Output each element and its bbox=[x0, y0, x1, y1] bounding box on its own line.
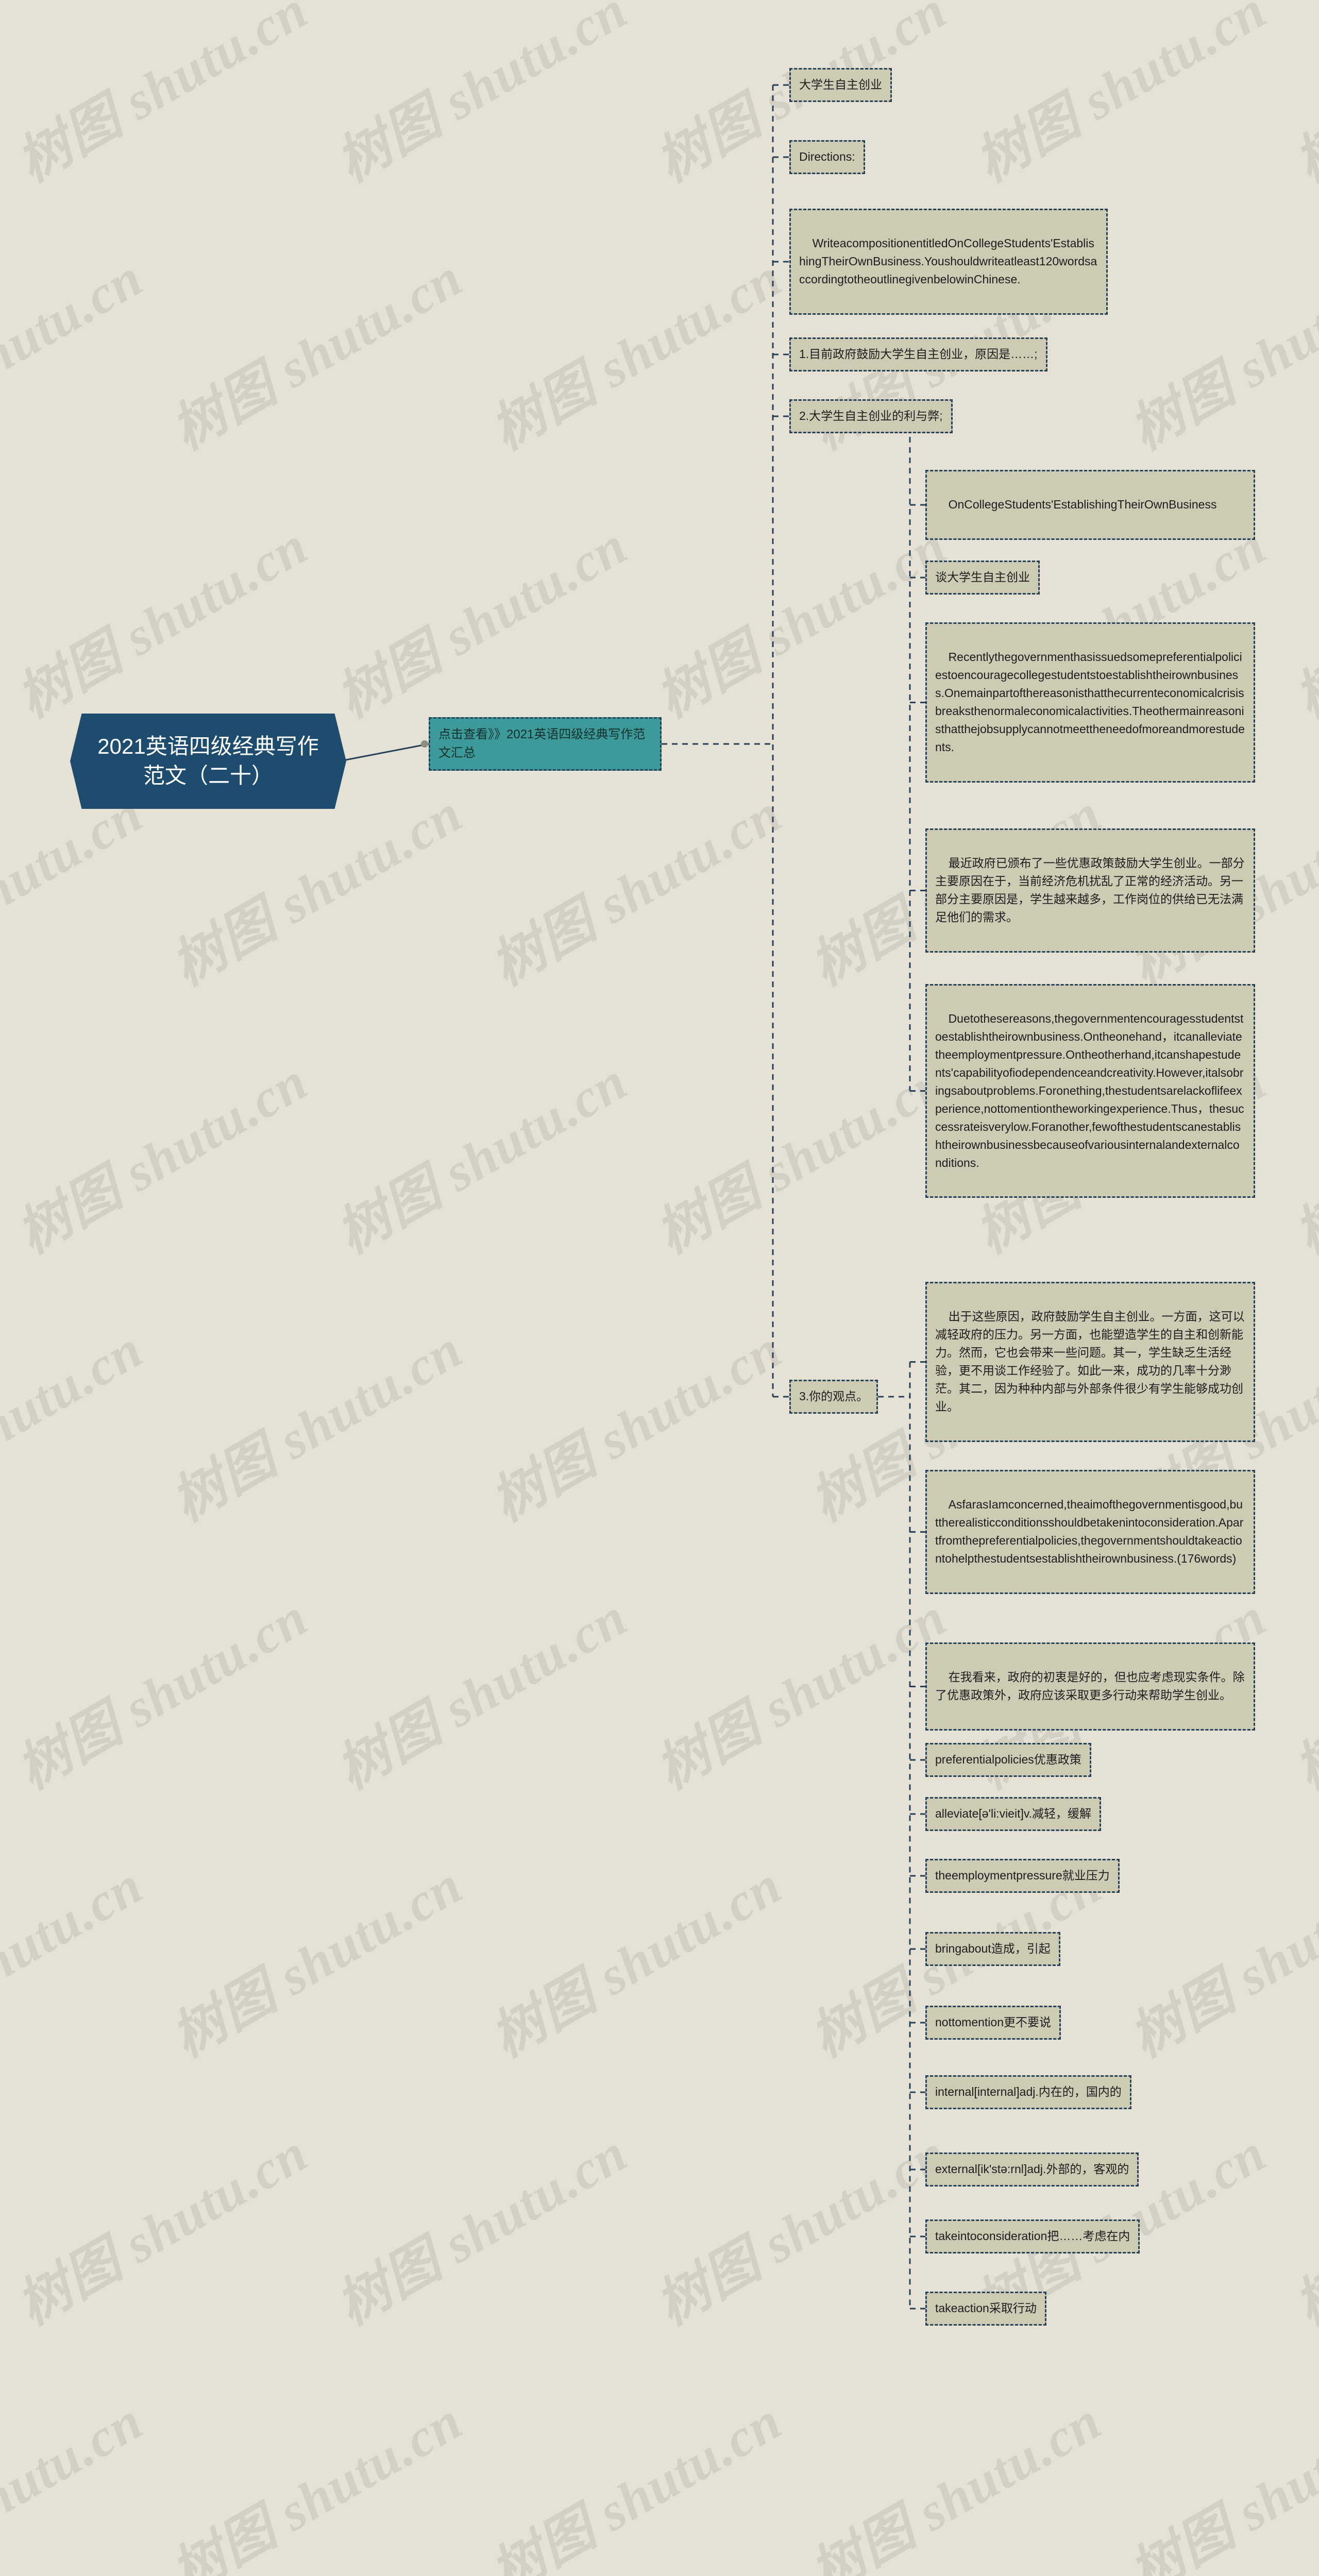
detail-node-para1-en[interactable]: Recentlythegovernmenthasissuedsomeprefer… bbox=[925, 622, 1255, 783]
detail-node-para2-en[interactable]: Duetothesereasons,thegovernmentencourage… bbox=[925, 984, 1255, 1198]
vocab-node-not-to-mention-label: nottomention更不要说 bbox=[935, 2015, 1051, 2029]
outline-node-topic[interactable]: 大学生自主创业 bbox=[789, 68, 892, 102]
root-node-label: 2021英语四级经典写作范文（二十） bbox=[88, 732, 329, 790]
detail-node-para3-zh[interactable]: 在我看来，政府的初衷是好的，但也应考虑现实条件。除了优惠政策外，政府应该采取更多… bbox=[925, 1642, 1255, 1731]
root-node[interactable]: 2021英语四级经典写作范文（二十） bbox=[70, 714, 346, 809]
mindmap-canvas: 2021英语四级经典写作范文（二十） 点击查看》》2021英语四级经典写作范文汇… bbox=[0, 0, 1319, 2391]
vocab-node-bring-about[interactable]: bringabout造成，引起 bbox=[925, 1932, 1060, 1966]
vocab-node-take-action-label: takeaction采取行动 bbox=[935, 2301, 1037, 2315]
vocab-node-employment-pressure-label: theemploymentpressure就业压力 bbox=[935, 1869, 1110, 1882]
detail-node-para3-en-label: AsfarasIamconcerned,theaimofthegovernmen… bbox=[935, 1498, 1243, 1565]
watermark-text: 树图 shutu.cn bbox=[155, 2378, 474, 2576]
watermark-text: 树图 shutu.cn bbox=[474, 2378, 793, 2576]
detail-node-para1-zh-label: 最近政府已颁布了一些优惠政策鼓励大学生创业。一部分主要原因在于，当前经济危机扰乱… bbox=[935, 856, 1245, 924]
vocab-node-preferential-policies[interactable]: preferentialpolicies优惠政策 bbox=[925, 1743, 1091, 1777]
detail-node-para2-zh[interactable]: 出于这些原因，政府鼓励学生自主创业。一方面，这可以减轻政府的压力。另一方面，也能… bbox=[925, 1282, 1255, 1442]
vocab-node-internal[interactable]: internal[internal]adj.内在的，国内的 bbox=[925, 2075, 1131, 2109]
detail-node-title-zh[interactable]: 谈大学生自主创业 bbox=[925, 561, 1040, 595]
outline-node-prompt[interactable]: WriteacompositionentitledOnCollegeStuden… bbox=[789, 209, 1108, 315]
vocab-node-take-action[interactable]: takeaction采取行动 bbox=[925, 2292, 1046, 2326]
vocab-node-external[interactable]: external[ik'stə:rnl]adj.外部的，客观的 bbox=[925, 2153, 1139, 2187]
vocab-node-external-label: external[ik'stə:rnl]adj.外部的，客观的 bbox=[935, 2162, 1129, 2176]
outline-node-directions-label: Directions: bbox=[799, 150, 855, 163]
vocab-node-not-to-mention[interactable]: nottomention更不要说 bbox=[925, 2006, 1061, 2040]
detail-node-para1-zh[interactable]: 最近政府已颁布了一些优惠政策鼓励大学生创业。一部分主要原因在于，当前经济危机扰乱… bbox=[925, 828, 1255, 953]
vocab-node-bring-about-label: bringabout造成，引起 bbox=[935, 1942, 1051, 1955]
detail-node-para1-en-label: Recentlythegovernmenthasissuedsomeprefer… bbox=[935, 650, 1245, 754]
outline-node-prompt-label: WriteacompositionentitledOnCollegeStuden… bbox=[799, 236, 1097, 286]
detail-node-para3-en[interactable]: AsfarasIamconcerned,theaimofthegovernmen… bbox=[925, 1470, 1255, 1594]
branch-node-label: 点击查看》》2021英语四级经典写作范文汇总 bbox=[438, 727, 645, 760]
vocab-node-alleviate-label: alleviate[ə'li:vieit]v.减轻，缓解 bbox=[935, 1807, 1091, 1820]
vocab-node-preferential-policies-label: preferentialpolicies优惠政策 bbox=[935, 1753, 1081, 1766]
watermark-text: 树图 shutu.cn bbox=[1113, 2378, 1319, 2576]
outline-node-point-3-label: 3.你的观点。 bbox=[799, 1389, 868, 1403]
vocab-node-alleviate[interactable]: alleviate[ə'li:vieit]v.减轻，缓解 bbox=[925, 1797, 1101, 1831]
watermark-text: 树图 shutu.cn bbox=[793, 2378, 1113, 2576]
vocab-node-take-into-consideration-label: takeintoconsideration把……考虑在内 bbox=[935, 2229, 1130, 2243]
outline-node-point-1[interactable]: 1.目前政府鼓励大学生自主创业，原因是……; bbox=[789, 337, 1047, 371]
outline-node-directions[interactable]: Directions: bbox=[789, 140, 865, 174]
branch-node-summary-link[interactable]: 点击查看》》2021英语四级经典写作范文汇总 bbox=[429, 717, 662, 771]
detail-node-para3-zh-label: 在我看来，政府的初衷是好的，但也应考虑现实条件。除了优惠政策外，政府应该采取更多… bbox=[935, 1670, 1245, 1702]
detail-node-para2-zh-label: 出于这些原因，政府鼓励学生自主创业。一方面，这可以减轻政府的压力。另一方面，也能… bbox=[935, 1310, 1245, 1413]
outline-node-point-2[interactable]: 2.大学生自主创业的利与弊; bbox=[789, 399, 953, 433]
detail-node-para2-en-label: Duetothesereasons,thegovernmentencourage… bbox=[935, 1012, 1244, 1170]
detail-node-title-zh-label: 谈大学生自主创业 bbox=[935, 570, 1030, 584]
vocab-node-employment-pressure[interactable]: theemploymentpressure就业压力 bbox=[925, 1859, 1120, 1893]
detail-node-title-en-label: OnCollegeStudents'EstablishingTheirOwnBu… bbox=[949, 498, 1217, 511]
outline-node-point-1-label: 1.目前政府鼓励大学生自主创业，原因是……; bbox=[799, 347, 1038, 361]
vocab-node-take-into-consideration[interactable]: takeintoconsideration把……考虑在内 bbox=[925, 2219, 1140, 2253]
detail-node-title-en[interactable]: OnCollegeStudents'EstablishingTheirOwnBu… bbox=[925, 470, 1255, 540]
outline-node-topic-label: 大学生自主创业 bbox=[799, 78, 882, 91]
watermark-text: 树图 shutu.cn bbox=[0, 2378, 155, 2576]
vocab-node-internal-label: internal[internal]adj.内在的，国内的 bbox=[935, 2085, 1122, 2098]
outline-node-point-2-label: 2.大学生自主创业的利与弊; bbox=[799, 409, 943, 422]
outline-node-point-3[interactable]: 3.你的观点。 bbox=[789, 1380, 878, 1414]
